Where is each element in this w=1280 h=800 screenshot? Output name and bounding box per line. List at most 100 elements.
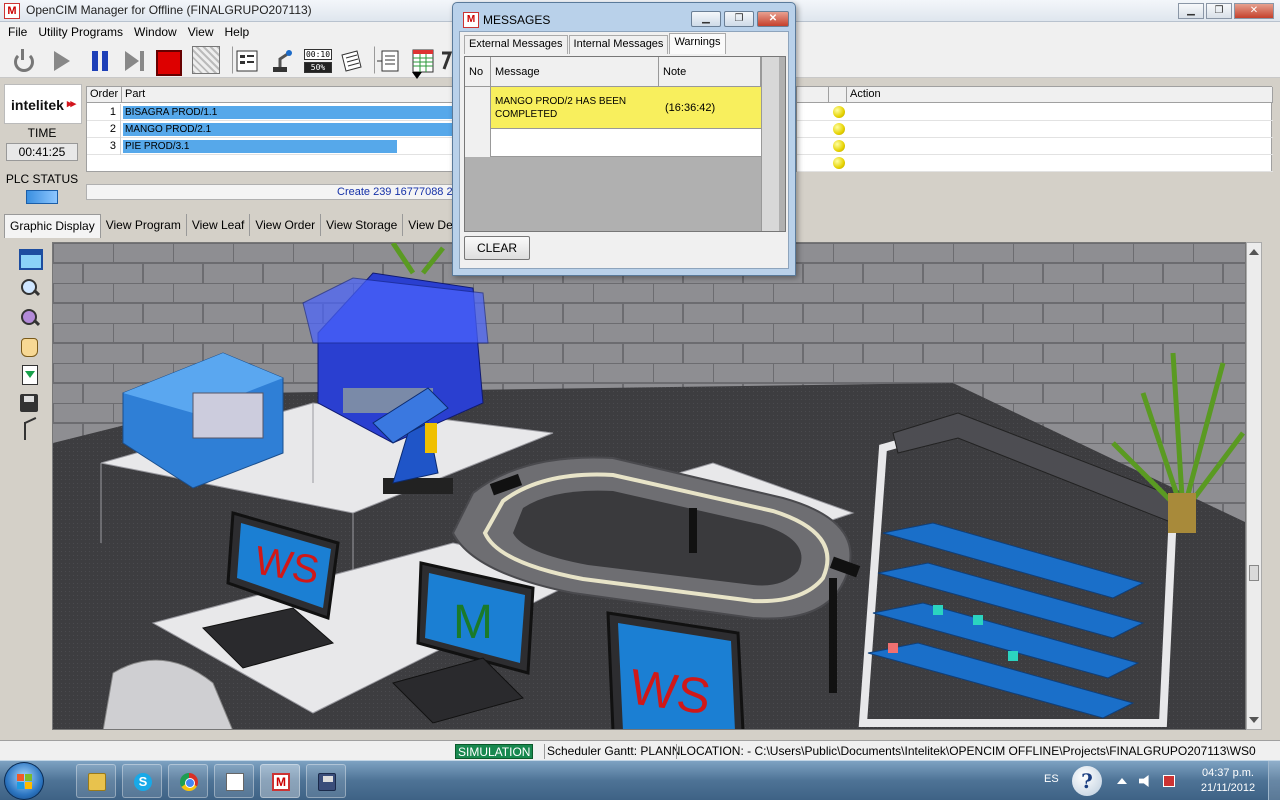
chrome-icon (180, 773, 198, 791)
report-icon[interactable] (232, 46, 260, 74)
messages-window: M MESSAGES ▁ ❐ ✕ External Messages Inter… (452, 2, 796, 276)
show-desktop-button[interactable] (1268, 761, 1280, 800)
notes-icon[interactable] (336, 46, 364, 74)
menu-help[interactable]: Help (221, 22, 257, 42)
table-row[interactable] (797, 138, 1273, 155)
table-row[interactable]: MANGO PROD/2 HAS BEEN COMPLETED (16:36:4… (465, 87, 761, 129)
taskbar-explorer[interactable] (76, 764, 116, 798)
import-icon[interactable] (16, 362, 42, 386)
table-row[interactable] (797, 155, 1273, 172)
tab-view-storage[interactable]: View Storage (321, 214, 404, 236)
table-row[interactable] (465, 129, 761, 157)
messages-scrollbar[interactable] (761, 57, 779, 231)
table-row[interactable]: 3 PIE PROD/3.1 (87, 138, 457, 155)
pan-hand-icon[interactable] (16, 334, 42, 358)
opencim-icon: M (272, 773, 290, 791)
status-led-icon (833, 140, 845, 152)
app-icon[interactable]: M (4, 3, 20, 19)
power-tray-icon[interactable] (1163, 775, 1175, 787)
graphic-display-3d[interactable]: WS M WS (52, 242, 1246, 730)
column-header-note[interactable]: Note (659, 57, 761, 87)
play-icon[interactable] (46, 46, 74, 74)
list-icon[interactable] (374, 46, 402, 74)
minimize-icon[interactable]: ▁ (691, 11, 721, 27)
minimize-icon[interactable]: ▁ (1178, 3, 1204, 19)
taskbar-skype[interactable]: S (122, 764, 162, 798)
language-indicator[interactable]: ES (1044, 773, 1059, 785)
taskbar-document[interactable] (214, 764, 254, 798)
menu-utility-programs[interactable]: Utility Programs (34, 22, 130, 42)
messages-app-icon: M (463, 12, 479, 28)
window-view-icon[interactable] (16, 246, 43, 270)
power-icon[interactable] (8, 46, 36, 74)
order-number: 1 (87, 104, 121, 121)
time-label: TIME (27, 126, 57, 140)
table-row[interactable]: 1 BISAGRA PROD/1.1 (87, 104, 457, 121)
measure-icon[interactable] (16, 418, 42, 442)
menu-file[interactable]: File (4, 22, 34, 42)
location-value: - C:\Users\Public\Documents\Intelitek\OP… (743, 744, 1256, 758)
zoom-icon[interactable] (16, 276, 42, 300)
table-row[interactable]: 2 MANGO PROD/2.1 (87, 121, 457, 138)
logo-text: intelitek (11, 97, 64, 113)
column-header-no[interactable]: No (465, 57, 491, 87)
clock-icon[interactable]: 00:10 50% (302, 46, 332, 74)
generator-icon[interactable] (192, 46, 220, 74)
table-row[interactable] (797, 104, 1273, 121)
maximize-icon[interactable]: ❐ (1206, 3, 1232, 19)
save-view-icon[interactable] (16, 390, 42, 414)
speaker-icon[interactable] (1139, 775, 1149, 787)
tab-view-program[interactable]: View Program (100, 214, 187, 236)
close-icon[interactable]: ✕ (1234, 3, 1274, 19)
menu-window[interactable]: Window (130, 22, 184, 42)
status-led-icon (833, 106, 845, 118)
workstation-ws-right[interactable]: WS (606, 611, 745, 730)
scheduler-status: Scheduler Gantt: PLANN (544, 744, 680, 759)
tab-view-order[interactable]: View Order (250, 214, 322, 236)
order-number: 3 (87, 138, 121, 155)
more-icon[interactable] (438, 46, 453, 74)
column-header-indicator (829, 87, 847, 103)
row-number (465, 129, 491, 157)
scroll-down-icon[interactable] (1249, 717, 1259, 723)
help-icon[interactable]: ? (1072, 766, 1102, 796)
column-header-order[interactable]: Order (87, 87, 122, 103)
tab-internal-messages[interactable]: Internal Messages (568, 35, 669, 54)
pause-icon[interactable] (86, 46, 114, 74)
table-icon[interactable] (408, 46, 436, 74)
maximize-icon[interactable]: ❐ (724, 11, 754, 27)
info-panel: intelitek ▸▸ TIME 00:41:25 PLC STATUS (0, 80, 84, 210)
column-header-message[interactable]: Message (491, 57, 659, 87)
tab-external-messages[interactable]: External Messages (464, 35, 568, 54)
windows-taskbar: S M ES ? 04:37 p.m. 21/11/2012 (0, 760, 1280, 800)
step-icon[interactable] (120, 46, 148, 74)
scroll-thumb[interactable] (1249, 565, 1259, 581)
taskbar-opencim[interactable]: M (260, 764, 300, 798)
zoom-region-icon[interactable] (16, 306, 42, 330)
column-header-action[interactable]: Action (847, 87, 1273, 103)
plant-pot (1168, 493, 1196, 533)
stop-icon[interactable] (152, 46, 182, 76)
tab-warnings[interactable]: Warnings (669, 33, 726, 54)
column-header-part[interactable]: Part (122, 87, 457, 103)
taskbar-chrome[interactable] (168, 764, 208, 798)
clock-bottom-value: 50% (304, 62, 332, 73)
taskbar-clock[interactable]: 04:37 p.m. 21/11/2012 (1188, 766, 1268, 796)
messages-title: MESSAGES (483, 13, 551, 27)
close-icon[interactable]: ✕ (757, 11, 789, 27)
plc-status-indicator (26, 190, 58, 204)
clear-button[interactable]: CLEAR (464, 236, 530, 260)
start-button[interactable] (4, 762, 44, 800)
menu-view[interactable]: View (184, 22, 221, 42)
taskbar-save[interactable] (306, 764, 346, 798)
location-path: LOCATION: - C:\Users\Public\Documents\In… (676, 744, 1256, 759)
scroll-up-icon[interactable] (1249, 249, 1259, 255)
tab-view-leaf[interactable]: View Leaf (186, 214, 251, 236)
graphic-tools (14, 244, 44, 454)
tab-graphic-display[interactable]: Graphic Display (4, 214, 101, 238)
table-row[interactable] (797, 121, 1273, 138)
vertical-scrollbar[interactable] (1246, 242, 1262, 730)
folder-icon (88, 773, 106, 791)
tray-expand-icon[interactable] (1117, 778, 1127, 784)
robot-icon[interactable] (268, 46, 296, 74)
